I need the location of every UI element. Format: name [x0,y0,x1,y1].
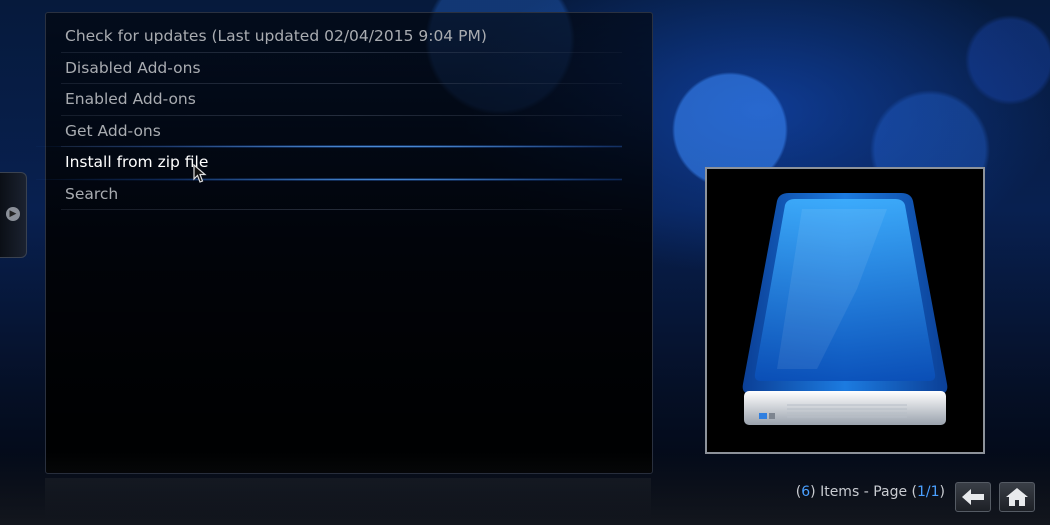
chevron-right-icon: ▶ [6,207,20,221]
thumbnail-frame [705,167,985,454]
status-end-paren: ) [939,484,945,500]
item-count: 6 [801,484,811,500]
back-arrow-icon [962,489,984,505]
menu-item-get-addons[interactable]: Get Add-ons [46,116,652,148]
menu-item-check-for-updates[interactable]: Check for updates (Last updated 02/04/20… [46,21,652,53]
menu-item-enabled-addons[interactable]: Enabled Add-ons [46,84,652,116]
side-menu-tab[interactable]: ▶ [0,172,27,258]
menu-item-install-from-zip[interactable]: Install from zip file [36,145,652,180]
menu-item-search[interactable]: Search [46,179,652,211]
hard-drive-icon [742,193,948,425]
menu-item-disabled-addons[interactable]: Disabled Add-ons [46,53,652,85]
addons-menu-list: Check for updates (Last updated 02/04/20… [36,21,652,211]
back-button[interactable] [955,482,991,512]
home-icon [1006,488,1028,506]
addons-menu-panel: Check for updates (Last updated 02/04/20… [36,12,653,474]
items-page-label: Items - Page ( [815,484,917,500]
page-indicator: 1/1 [917,484,940,500]
mouse-cursor-icon [193,164,207,183]
home-button[interactable] [999,482,1035,512]
item-count-status: (6) Items - Page (1/1) [796,484,945,500]
